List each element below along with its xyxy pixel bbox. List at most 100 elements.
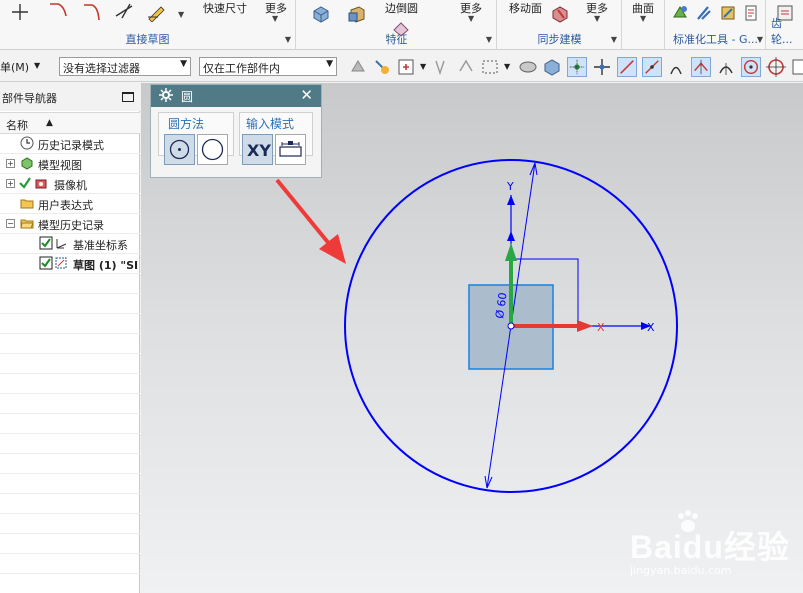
extrude-feature-icon[interactable] (347, 4, 367, 24)
three-point-circle-button[interactable] (197, 134, 228, 165)
snap-square-icon[interactable] (790, 57, 803, 77)
dialog-title-bar[interactable]: 圆 ✕ (151, 85, 321, 107)
type-filter-select[interactable]: 没有选择过滤器 ▼ (59, 57, 191, 76)
snap-line-endpoint-icon[interactable] (617, 57, 637, 77)
nav-item-history-mode[interactable]: 历史记录模式 (0, 134, 140, 154)
ribbon-group-label: 直接草图 (125, 33, 170, 46)
camera-icon (35, 179, 47, 189)
more-caret-icon-3[interactable]: ▼ (594, 14, 600, 23)
parameter-mode-button[interactable] (275, 134, 306, 165)
checkbox-checked-icon[interactable] (39, 256, 53, 270)
gear-icon[interactable] (159, 88, 173, 102)
fillet-tool-icon[interactable] (82, 2, 102, 22)
center-radius-circle-button[interactable] (164, 134, 195, 165)
ribbon-group-direct-sketch: ▼ 快速尺寸 更多 ▼ 直接草图 ▼ (0, 0, 296, 50)
ribbon-group-gear: 齿轮... (767, 0, 803, 50)
expand-icon[interactable]: + (6, 179, 15, 188)
nav-item-sketch[interactable]: 草图 (1) "SI (0, 254, 140, 274)
checkbox-checked-icon[interactable] (39, 236, 53, 250)
nav-item-label: 摄像机 (54, 179, 87, 192)
standard-part-icon[interactable] (670, 3, 690, 23)
more-caret-icon-2[interactable]: ▼ (468, 14, 474, 23)
close-icon[interactable]: ✕ (300, 86, 313, 104)
assembly-filter-icon[interactable] (348, 57, 368, 77)
input-mode-label: 输入模式 (246, 117, 295, 131)
nav-empty-row (0, 494, 140, 514)
bolt-icon[interactable] (718, 3, 738, 23)
navigator-column-header[interactable]: 名称 ▲ (0, 112, 140, 134)
block-feature-icon[interactable] (311, 4, 331, 24)
dialog-title: 圆 (181, 90, 194, 104)
snap-control-point-icon[interactable] (666, 57, 686, 77)
trim-tool-icon[interactable] (114, 2, 134, 22)
chain-select-icon[interactable] (456, 57, 476, 77)
weld-icon[interactable] (742, 3, 762, 23)
menu-button[interactable]: 单(M) (0, 59, 29, 75)
rectangle-select-caret-icon[interactable]: ▼ (504, 62, 510, 71)
nav-item-label: 历史记录模式 (38, 139, 104, 152)
select-by-color-icon[interactable] (372, 57, 392, 77)
fastener-icon[interactable] (694, 3, 714, 23)
y-axis-arrow-mid-icon (507, 231, 515, 241)
shaded-view-icon[interactable] (518, 57, 538, 77)
nav-item-model-views[interactable]: + 模型视图 (0, 154, 140, 174)
nav-empty-row (0, 534, 140, 554)
arc-tool-icon[interactable] (48, 2, 68, 22)
pencil-tool-icon[interactable] (146, 2, 166, 22)
nav-empty-row (0, 554, 140, 574)
group-expand-icon[interactable]: ▼ (486, 35, 492, 44)
line-tool-icon[interactable] (10, 2, 30, 22)
nav-empty-row (0, 414, 140, 434)
nav-empty-row (0, 454, 140, 474)
clock-icon (20, 136, 34, 150)
snap-circle-center-icon[interactable] (741, 57, 761, 77)
surface-caret-icon[interactable]: ▼ (640, 14, 646, 23)
sort-ascending-icon[interactable]: ▲ (46, 118, 53, 128)
nav-item-cameras[interactable]: + 摄像机 (0, 174, 140, 194)
snap-intersection-icon[interactable] (691, 57, 711, 77)
more-caret-icon[interactable]: ▼ (272, 14, 278, 23)
ribbon-group-feature: 边倒圆 更多 ▼ 特征 ▼ (297, 0, 497, 50)
nav-item-user-expressions[interactable]: 用户表达式 (0, 194, 140, 214)
move-face-button[interactable]: 移动面 (509, 0, 542, 16)
maximize-icon[interactable] (122, 92, 134, 102)
snap-midpoint-icon[interactable] (642, 57, 662, 77)
snap-arc-center-icon[interactable] (716, 57, 736, 77)
nav-item-datum-csys[interactable]: 基准坐标系 (0, 234, 140, 254)
nav-empty-row (0, 354, 140, 374)
snap-endpoint-icon[interactable] (567, 57, 587, 77)
nav-item-model-history[interactable]: − 模型历史记录 (0, 214, 140, 234)
move-face-icon[interactable] (550, 4, 570, 24)
menu-caret-icon[interactable]: ▼ (34, 61, 40, 70)
nav-empty-row (0, 514, 140, 534)
group-expand-icon[interactable]: ▼ (285, 35, 291, 44)
checkmark-icon (19, 177, 31, 189)
group-expand-icon[interactable]: ▼ (757, 35, 763, 44)
scope-filter-select[interactable]: 仅在工作部件内 ▼ (199, 57, 337, 76)
select-feature-caret-icon[interactable]: ▼ (420, 62, 426, 71)
watermark-brand: Baidu经验 (630, 529, 790, 565)
three-point-circle-icon (201, 138, 224, 161)
more-sketch-caret-icon[interactable]: ▼ (178, 10, 184, 19)
quick-dimension-button[interactable]: 快速尺寸 (203, 0, 247, 16)
nav-empty-row (0, 274, 140, 294)
expand-icon[interactable]: + (6, 159, 15, 168)
coordinate-mode-button[interactable]: XY (242, 134, 273, 165)
nav-item-label: 用户表达式 (38, 199, 93, 212)
xy-mode-label: XY (247, 141, 271, 160)
green-y-arrowhead-icon (505, 243, 517, 261)
edge-blend-button[interactable]: 边倒圆 (385, 0, 418, 16)
nav-empty-row (0, 374, 140, 394)
group-expand-icon[interactable]: ▼ (611, 35, 617, 44)
rectangle-select-icon[interactable] (480, 57, 500, 77)
tutorial-pointer-arrow (275, 178, 337, 253)
wireframe-view-icon[interactable] (542, 57, 562, 77)
model-view-icon (21, 157, 33, 170)
collapse-icon[interactable]: − (6, 219, 15, 228)
select-feature-icon[interactable] (396, 57, 416, 77)
move-point-icon[interactable] (592, 57, 612, 77)
nav-empty-row (0, 434, 140, 454)
snap-quadrant-icon[interactable] (766, 57, 786, 77)
snap-point-icon[interactable] (430, 57, 450, 77)
origin-point[interactable] (507, 322, 515, 330)
